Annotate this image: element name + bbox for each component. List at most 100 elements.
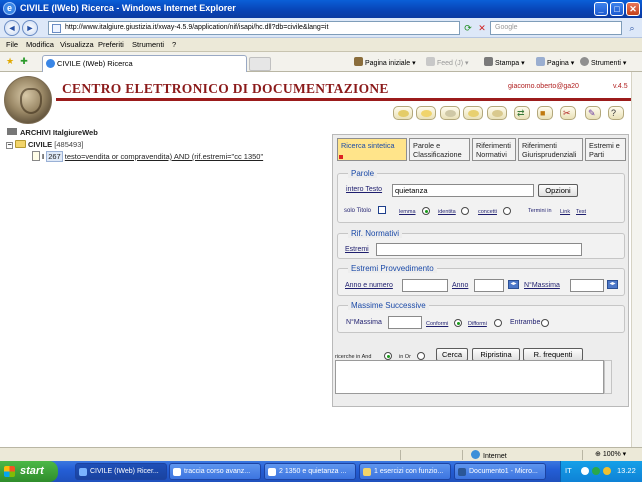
menu-visualizza[interactable]: Visualizza bbox=[60, 40, 94, 49]
query-text[interactable]: testo=vendita or compravendita) AND (rif… bbox=[65, 152, 263, 161]
page-command[interactable]: Pagina ▾ bbox=[536, 57, 574, 67]
toolbar-oval-button-2[interactable] bbox=[416, 106, 436, 120]
toolbar-oval-button-4[interactable] bbox=[463, 106, 483, 120]
estremi-input[interactable] bbox=[376, 243, 582, 256]
notes-scrollbar[interactable] bbox=[604, 360, 612, 394]
document-task-icon bbox=[173, 468, 181, 476]
concetti-radio[interactable] bbox=[503, 207, 511, 215]
maximize-button[interactable]: □ bbox=[610, 2, 624, 16]
tools-command[interactable]: Strumenti ▾ bbox=[580, 57, 626, 67]
massime-nmassima-input[interactable] bbox=[388, 316, 422, 329]
nmassima-picker-icon[interactable]: ◂▸ bbox=[607, 280, 618, 289]
tab-riferimenti-giurisprudenziali[interactable]: Riferimenti Giurisprudenziali bbox=[518, 138, 583, 161]
back-button[interactable]: ◄ bbox=[4, 20, 20, 36]
print-command[interactable]: Stampa ▾ bbox=[484, 57, 525, 67]
browser-tab[interactable]: CIVILE (IWeb) Ricerca bbox=[42, 55, 247, 72]
task-esercizi[interactable]: 1 esercizi con funzio... bbox=[359, 463, 451, 480]
query-count: 267 bbox=[46, 151, 63, 162]
archive-label: CIVILE bbox=[28, 140, 53, 149]
windows-taskbar: start CIVILE (IWeb) Ricer... traccia cor… bbox=[0, 461, 642, 482]
toolbar-oval-button-1[interactable] bbox=[393, 106, 413, 120]
search-input[interactable]: Google bbox=[490, 21, 622, 35]
tab-riferimenti-normativi[interactable]: Riferimenti Normativi bbox=[472, 138, 516, 161]
identita-radio[interactable] bbox=[461, 207, 469, 215]
intero-testo-input[interactable]: quietanza bbox=[392, 184, 534, 197]
tree-node-civile[interactable]: − CIVILE [485493] bbox=[6, 140, 83, 149]
tree-root[interactable]: ARCHIVI ItalgiureWeb bbox=[7, 128, 98, 137]
stop-icon[interactable]: ✕ bbox=[476, 22, 488, 34]
home-command[interactable]: Pagina iniziale ▾ bbox=[354, 57, 416, 67]
tab-parole-classificazione[interactable]: Parole e Classificazione bbox=[409, 138, 470, 161]
task-quietanza[interactable]: 2 1350 e quietanza ... bbox=[264, 463, 356, 480]
conformi-radio[interactable] bbox=[454, 319, 462, 327]
task-traccia[interactable]: traccia corso avanz... bbox=[169, 463, 261, 480]
translate-button[interactable]: ⇄ bbox=[514, 106, 530, 120]
task-label: 1 esercizi con funzio... bbox=[374, 468, 444, 475]
windows-logo-icon bbox=[4, 466, 15, 477]
link-link[interactable]: Link bbox=[560, 209, 570, 215]
window-title: CIVILE (IWeb) Ricerca - Windows Internet… bbox=[20, 3, 236, 13]
tray-icon-1[interactable] bbox=[581, 467, 589, 475]
menu-preferiti[interactable]: Preferiti bbox=[98, 40, 124, 49]
page-label: Pagina bbox=[547, 60, 569, 67]
menu-modifica[interactable]: Modifica bbox=[26, 40, 54, 49]
folder-task-icon bbox=[363, 468, 371, 476]
language-indicator[interactable]: IT bbox=[565, 466, 572, 475]
new-tab-button[interactable] bbox=[249, 57, 271, 71]
lemma-radio[interactable] bbox=[422, 207, 430, 215]
minimize-button[interactable]: _ bbox=[594, 2, 608, 16]
user-name: giacomo.oberto@ga20 bbox=[508, 83, 579, 90]
search-icon[interactable]: ⌕ bbox=[626, 22, 638, 34]
tray-icon-3[interactable] bbox=[603, 467, 611, 475]
anno-picker-icon[interactable]: ◂▸ bbox=[508, 280, 519, 289]
tree-node-query[interactable]: I 267 testo=vendita or compravendita) AN… bbox=[30, 151, 263, 162]
folder-button[interactable]: ■ bbox=[537, 106, 553, 120]
pen-button[interactable]: ✎ bbox=[585, 106, 601, 120]
test-link[interactable]: Test bbox=[576, 209, 586, 215]
clock[interactable]: 13.22 bbox=[617, 466, 636, 475]
cut-button[interactable]: ✂ bbox=[560, 106, 576, 120]
tab-label: Estremi e bbox=[589, 141, 620, 150]
task-documento1[interactable]: Documento1 - Micro... bbox=[454, 463, 546, 480]
toolbar-oval-button-3[interactable] bbox=[440, 106, 460, 120]
url-input[interactable]: http://www.italgiure.giustizia.it/xway-4… bbox=[48, 21, 460, 35]
anno-input[interactable] bbox=[474, 279, 504, 292]
estremi-provvedimento-group: Estremi Provvedimento Anno e numero Anno… bbox=[337, 264, 625, 296]
menu-strumenti[interactable]: Strumenti bbox=[132, 40, 164, 49]
menu-help[interactable]: ? bbox=[172, 40, 176, 49]
add-favorite-icon[interactable]: ✚ bbox=[18, 55, 30, 67]
or-radio[interactable] bbox=[417, 352, 425, 360]
refresh-icon[interactable]: ⟳ bbox=[462, 22, 474, 34]
translate-icon: ⇄ bbox=[517, 108, 525, 118]
zoom-icon: ⊕ bbox=[595, 451, 603, 458]
query-notes-textarea[interactable] bbox=[335, 360, 604, 394]
app-version: v.4.5 bbox=[613, 83, 628, 90]
tab-estremi-parti[interactable]: Estremi e Parti bbox=[585, 138, 626, 161]
close-button[interactable]: ✕ bbox=[626, 2, 640, 16]
anno-numero-input[interactable] bbox=[402, 279, 448, 292]
task-ie[interactable]: CIVILE (IWeb) Ricer... bbox=[75, 463, 167, 480]
page-scrollbar[interactable] bbox=[631, 72, 642, 447]
tray-icon-2[interactable] bbox=[592, 467, 600, 475]
favorites-star-icon[interactable]: ★ bbox=[4, 55, 16, 67]
massime-successive-legend: Massime Successive bbox=[348, 301, 429, 310]
opzioni-button[interactable]: Opzioni bbox=[538, 184, 578, 197]
feed-label: Feed (J) bbox=[437, 60, 464, 67]
and-radio[interactable] bbox=[384, 352, 392, 360]
toolbar-oval-button-5[interactable] bbox=[487, 106, 507, 120]
zoom-control[interactable]: ⊕ 100% ▾ bbox=[582, 450, 642, 460]
start-button[interactable]: start bbox=[0, 461, 58, 482]
forward-button[interactable]: ► bbox=[22, 20, 38, 36]
nmassima-input[interactable] bbox=[570, 279, 604, 292]
rif-normativi-legend: Rif. Normativi bbox=[348, 229, 403, 238]
difformi-radio[interactable] bbox=[494, 319, 502, 327]
help-button[interactable]: ? bbox=[608, 106, 624, 120]
tab-ricerca-sintetica[interactable]: Ricerca sintetica bbox=[337, 138, 407, 161]
print-label: Stampa bbox=[495, 60, 520, 67]
menu-file[interactable]: File bbox=[6, 40, 18, 49]
collapse-icon[interactable]: − bbox=[6, 142, 13, 149]
entrambe-radio[interactable] bbox=[541, 319, 549, 327]
home-icon bbox=[354, 57, 363, 66]
solo-titolo-checkbox[interactable] bbox=[378, 206, 386, 214]
feed-command[interactable]: Feed (J) ▾ bbox=[426, 57, 469, 67]
